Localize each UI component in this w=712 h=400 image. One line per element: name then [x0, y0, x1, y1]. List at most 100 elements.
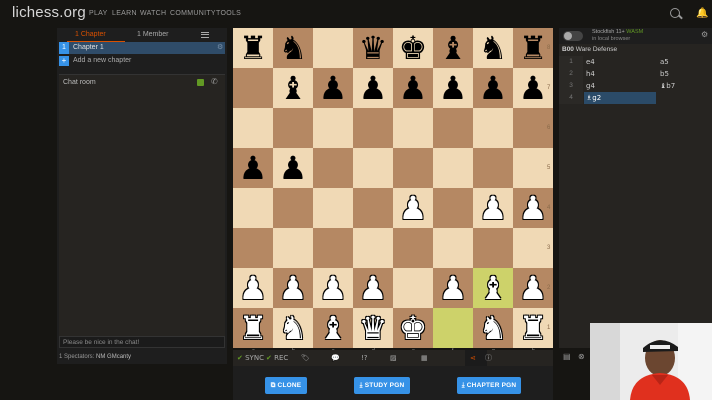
square-a4[interactable] [233, 188, 273, 228]
square-c8[interactable] [313, 28, 353, 68]
nav-play[interactable]: PLAY [89, 10, 108, 17]
chat-input[interactable]: Please be nice in the chat! [59, 336, 225, 348]
square-f4[interactable] [433, 188, 473, 228]
square-d1[interactable]: ♛ [353, 308, 393, 348]
square-g3[interactable] [473, 228, 513, 268]
move-black[interactable]: a5 [660, 56, 669, 68]
square-d6[interactable] [353, 108, 393, 148]
white-knight-icon[interactable]: ♞ [473, 308, 513, 348]
add-chapter-button[interactable]: + Add a new chapter [59, 55, 225, 67]
square-e2[interactable] [393, 268, 433, 308]
black-pawn-icon[interactable]: ♟ [233, 148, 273, 188]
glyph-icon[interactable]: !? [361, 353, 368, 363]
square-d4[interactable] [353, 188, 393, 228]
black-king-icon[interactable]: ♚ [393, 28, 433, 68]
tab-chapters[interactable]: 1 Chapter [75, 31, 106, 38]
white-bishop-icon[interactable]: ♝ [313, 308, 353, 348]
black-bishop-icon[interactable]: ♝ [433, 28, 473, 68]
square-d5[interactable] [353, 148, 393, 188]
move-white[interactable]: g4 [586, 80, 595, 92]
gear-icon[interactable]: ⚙ [217, 43, 223, 51]
square-c2[interactable]: ♟ [313, 268, 353, 308]
chess-board[interactable]: ♜ ♞ ♛ ♚ ♝ ♞ ♜ ♝ ♟ ♟ ♟ ♟ ♟ ♟ ♟ ♟ ♟ ♟ ♟ ♟ ♟ ♟ ♟ ♟ ♝ ♟ ♜ ♞ ♝ ♛ ♚ ♞ ♜ 8 7 6 5 4 3 2… [233, 28, 553, 354]
square-e5[interactable] [393, 148, 433, 188]
phone-icon[interactable]: ✆ [211, 77, 218, 86]
white-pawn-icon[interactable]: ♟ [313, 268, 353, 308]
square-g6[interactable] [473, 108, 513, 148]
square-d2[interactable]: ♟ [353, 268, 393, 308]
square-c4[interactable] [313, 188, 353, 228]
square-b1[interactable]: ♞ [273, 308, 313, 348]
menu-icon[interactable] [201, 32, 209, 38]
black-pawn-icon[interactable]: ♟ [393, 68, 433, 108]
black-knight-icon[interactable]: ♞ [473, 28, 513, 68]
square-d8[interactable]: ♛ [353, 28, 393, 68]
engine-settings-icon[interactable]: ⚙ [701, 30, 708, 39]
square-g5[interactable] [473, 148, 513, 188]
square-f3[interactable] [433, 228, 473, 268]
square-b8[interactable]: ♞ [273, 28, 313, 68]
chapter-pgn-button[interactable]: ⤓ CHAPTER PGN [457, 377, 521, 394]
white-pawn-icon[interactable]: ♟ [233, 268, 273, 308]
square-f2[interactable]: ♟ [433, 268, 473, 308]
square-a5[interactable]: ♟ [233, 148, 273, 188]
white-pawn-icon[interactable]: ♟ [393, 188, 433, 228]
square-c3[interactable] [313, 228, 353, 268]
search-icon[interactable] [670, 8, 680, 18]
square-g2[interactable]: ♝ [473, 268, 513, 308]
square-b2[interactable]: ♟ [273, 268, 313, 308]
spectator-name[interactable]: NM GMcanty [96, 354, 131, 360]
bell-icon[interactable]: 🔔 [696, 9, 708, 19]
move-white[interactable]: e4 [586, 56, 595, 68]
comment-icon[interactable]: 💬 [331, 353, 340, 363]
white-pawn-icon[interactable]: ♟ [433, 268, 473, 308]
share-icon[interactable]: ⋖ [470, 353, 476, 363]
rec-toggle[interactable]: ✔ REC [266, 353, 288, 363]
square-a2[interactable]: ♟ [233, 268, 273, 308]
study-pgn-button[interactable]: ⤓ STUDY PGN [354, 377, 410, 394]
square-f5[interactable] [433, 148, 473, 188]
tag-icon[interactable]: 🏷 [301, 353, 310, 363]
square-g8[interactable]: ♞ [473, 28, 513, 68]
black-pawn-icon[interactable]: ♟ [433, 68, 473, 108]
white-queen-icon[interactable]: ♛ [353, 308, 393, 348]
square-c1[interactable]: ♝ [313, 308, 353, 348]
square-d7[interactable]: ♟ [353, 68, 393, 108]
square-a6[interactable] [233, 108, 273, 148]
square-b5[interactable]: ♟ [273, 148, 313, 188]
tab-members[interactable]: 1 Member [137, 31, 169, 38]
nav-community[interactable]: COMMUNITY [170, 10, 216, 17]
black-pawn-icon[interactable]: ♟ [273, 148, 313, 188]
white-bishop-icon[interactable]: ♝ [473, 268, 513, 308]
square-c6[interactable] [313, 108, 353, 148]
square-e7[interactable]: ♟ [393, 68, 433, 108]
square-b7[interactable]: ♝ [273, 68, 313, 108]
chapter-row[interactable]: 1 Chapter 1 ⚙ [59, 42, 225, 54]
square-c7[interactable]: ♟ [313, 68, 353, 108]
site-logo[interactable]: lichess.org [12, 4, 86, 21]
nav-watch[interactable]: WATCH [140, 10, 166, 17]
square-f8[interactable]: ♝ [433, 28, 473, 68]
nav-learn[interactable]: LEARN [112, 10, 137, 17]
white-pawn-icon[interactable]: ♟ [273, 268, 313, 308]
grid-icon[interactable]: ▦ [421, 353, 428, 363]
white-pawn-icon[interactable]: ♟ [473, 188, 513, 228]
square-f7[interactable]: ♟ [433, 68, 473, 108]
square-a3[interactable] [233, 228, 273, 268]
move-white[interactable]: h4 [586, 68, 595, 80]
square-e1[interactable]: ♚ [393, 308, 433, 348]
move-black[interactable]: b5 [660, 68, 669, 80]
square-e8[interactable]: ♚ [393, 28, 433, 68]
square-b3[interactable] [273, 228, 313, 268]
white-rook-icon[interactable]: ♜ [233, 308, 273, 348]
close-icon[interactable]: ⊗ [578, 352, 585, 361]
white-pawn-icon[interactable]: ♟ [353, 268, 393, 308]
square-d3[interactable] [353, 228, 393, 268]
engine-toggle[interactable] [563, 31, 583, 41]
square-f6[interactable] [433, 108, 473, 148]
square-a8[interactable]: ♜ [233, 28, 273, 68]
black-rook-icon[interactable]: ♜ [233, 28, 273, 68]
black-pawn-icon[interactable]: ♟ [353, 68, 393, 108]
square-f1[interactable] [433, 308, 473, 348]
black-pawn-icon[interactable]: ♟ [313, 68, 353, 108]
